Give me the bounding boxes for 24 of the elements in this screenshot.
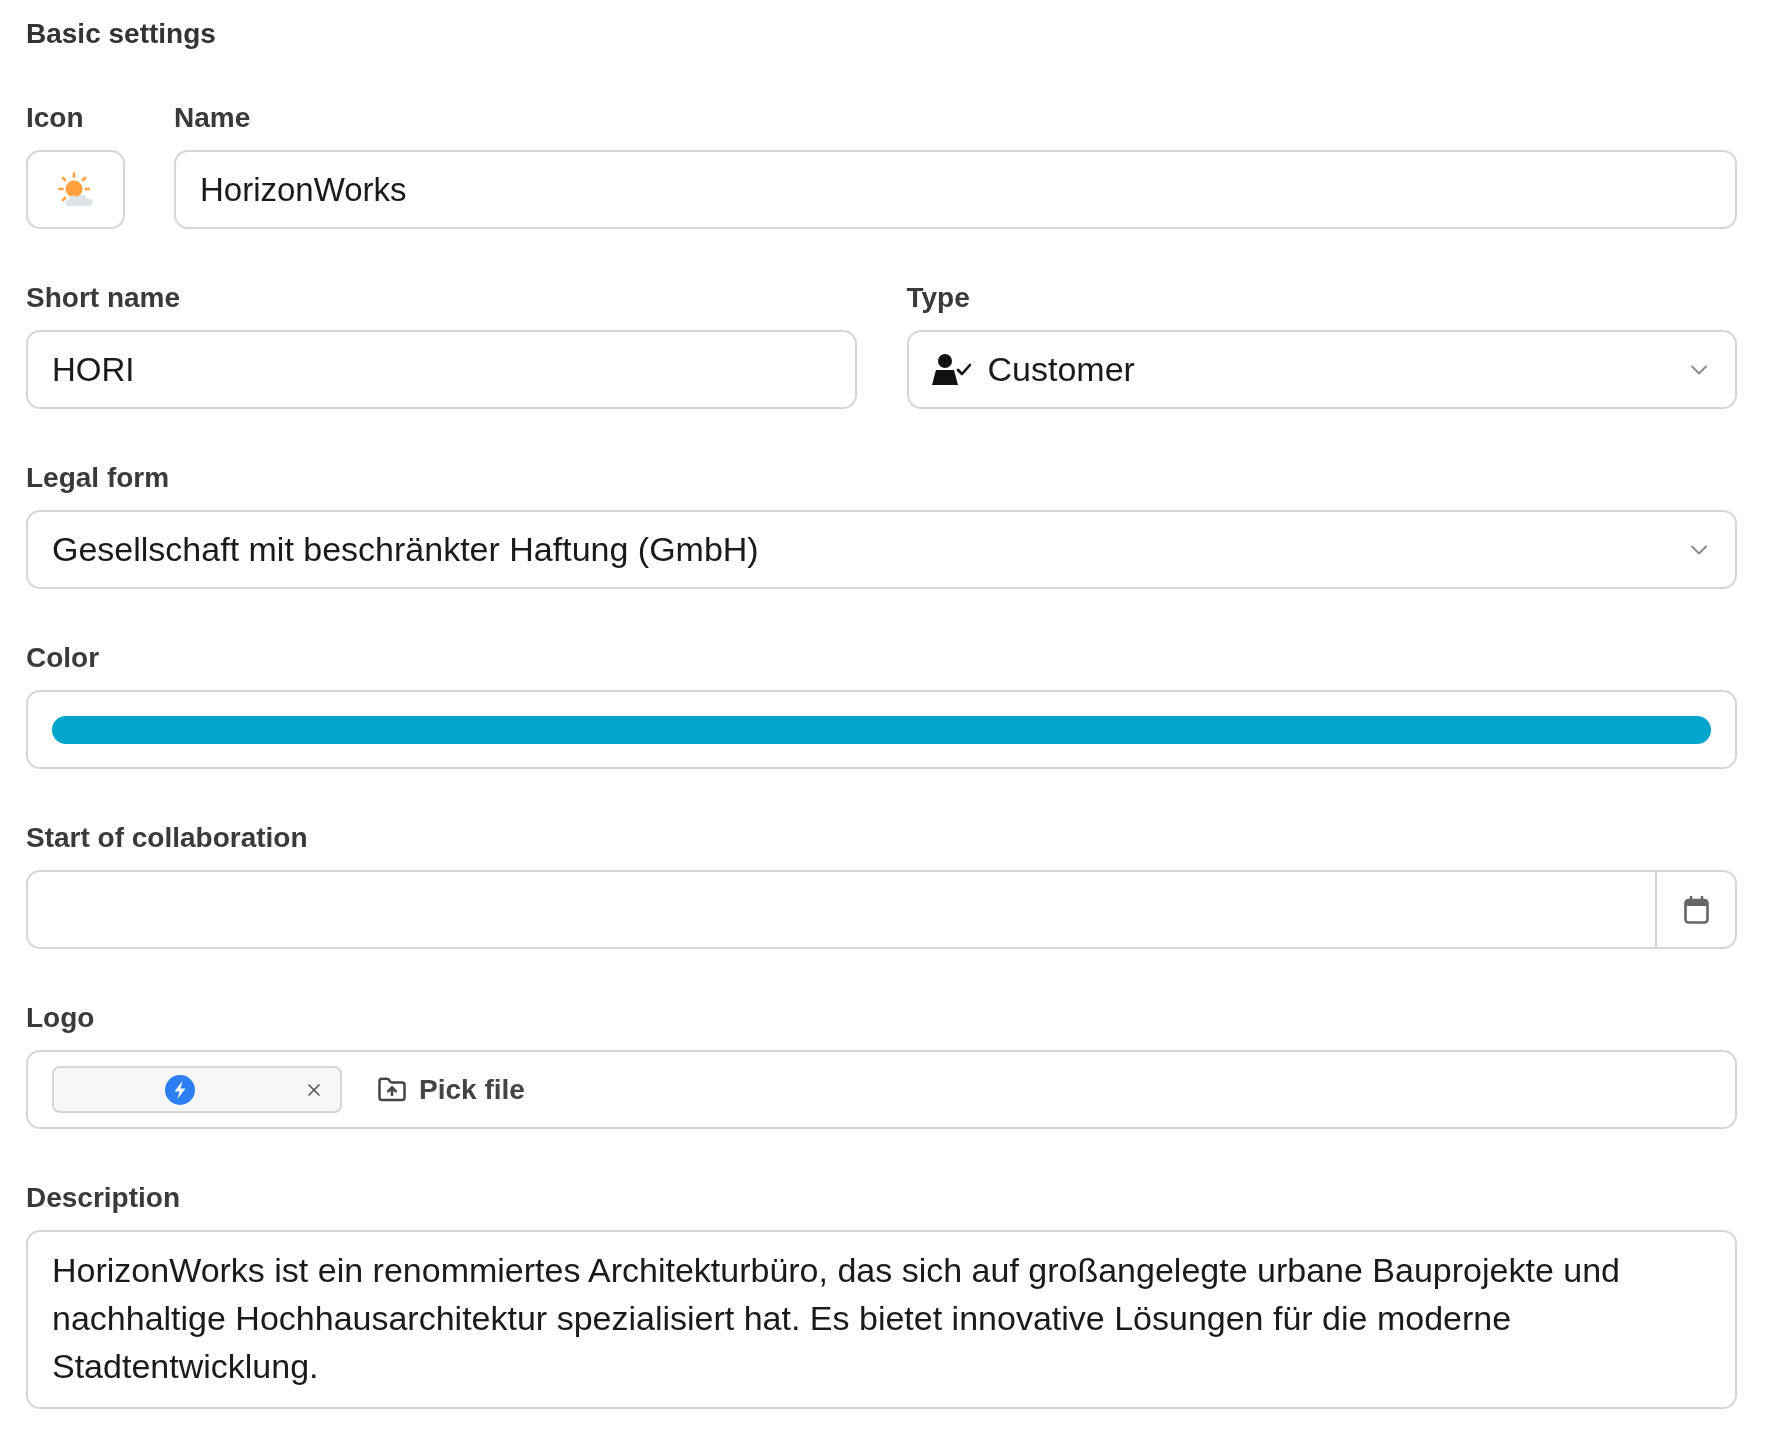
sun-behind-cloud-icon: [57, 172, 94, 207]
legal-form-select[interactable]: Gesellschaft mit beschränkter Haftung (GmbH): [26, 510, 1737, 589]
type-select[interactable]: Customer: [906, 330, 1737, 409]
field-label: Type: [906, 281, 970, 315]
icon-picker-button[interactable]: [26, 150, 125, 229]
person-check-icon: [930, 354, 971, 385]
field-label: Logo: [26, 1001, 95, 1035]
field-label: Color: [26, 641, 100, 675]
lightning-logo-icon: [165, 1074, 195, 1105]
calendar-icon: [1683, 895, 1709, 924]
short-name-input[interactable]: HORI: [26, 330, 857, 409]
date-field[interactable]: [26, 870, 1737, 949]
logo-field[interactable]: Pick file: [26, 1050, 1737, 1129]
field-label: Name: [174, 101, 251, 135]
field-label: Start of collaboration: [26, 821, 308, 855]
field-label: Description: [26, 1181, 181, 1215]
name-input[interactable]: HorizonWorks: [174, 150, 1737, 229]
description-textarea[interactable]: HorizonWorks ist ein renommiertes Architekturbüro, das sich auf großangelegte urbane Bauprojekte und nachhaltige Hochhausarchitektur spezialisiert hat. Es bietet innovative Lösungen für die moderne Stadtentwicklung.: [26, 1230, 1737, 1409]
field-label: Icon: [26, 101, 84, 135]
field-label: Short name: [26, 281, 181, 315]
section-title: Basic settings: [26, 17, 216, 51]
color-field[interactable]: [26, 690, 1737, 769]
field-label: Legal form: [26, 461, 170, 495]
pick-file-button[interactable]: Pick file: [377, 1068, 525, 1111]
